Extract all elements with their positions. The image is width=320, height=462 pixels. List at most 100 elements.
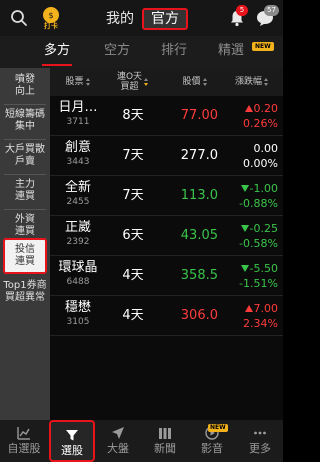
- up-arrow-icon: [244, 105, 253, 112]
- side-item-label: 短線籌碼: [5, 109, 45, 120]
- logo-label: 打卡: [44, 22, 58, 30]
- up-arrow-icon: [244, 305, 253, 312]
- stock-price: 43.05: [180, 228, 218, 243]
- new-badge: NEW: [208, 424, 228, 432]
- stock-table: 股票 連O天 買超 股價 漲跌幅 日月… 3711 8天 77.00 0.20 0…: [50, 68, 283, 420]
- nav-market[interactable]: 大盤: [96, 420, 140, 462]
- change-percent: 2.34%: [243, 317, 278, 330]
- stock-code: 3711: [66, 117, 90, 127]
- more-icon: [254, 431, 266, 435]
- stock-price: 277.0: [180, 148, 218, 163]
- change-value: -0.25: [249, 222, 278, 235]
- nav-news[interactable]: 新聞: [142, 420, 188, 462]
- price-change: 0.20 0.26%: [222, 101, 278, 131]
- stock-name: 穩懋: [64, 300, 91, 315]
- stock-price: 77.00: [180, 108, 218, 123]
- nav-stock-picker[interactable]: 選股: [49, 420, 95, 462]
- side-item-breakout[interactable]: 噴發 向上: [0, 70, 50, 102]
- side-item-label: 買超異常: [5, 292, 45, 303]
- stock-name: 日月…: [58, 100, 98, 115]
- table-row[interactable]: 全新 2455 7天 113.0 -1.00 -0.88%: [50, 176, 283, 216]
- new-badge: NEW: [252, 42, 274, 51]
- chat-badge: 57: [264, 5, 279, 16]
- side-item-label: 集中: [15, 121, 35, 132]
- column-header-label: 買超: [120, 82, 139, 92]
- table-row[interactable]: 環球晶 6488 4天 358.5 -5.50 -1.51%: [50, 256, 283, 296]
- column-header-label: 連O天: [116, 72, 143, 82]
- buy-days: 7天: [122, 148, 144, 163]
- side-item-label: 連買: [15, 256, 35, 267]
- stock-name: 正崴: [64, 220, 91, 235]
- svg-text:$: $: [48, 11, 53, 20]
- side-item-top1-broker[interactable]: Top1券商 買超異常: [0, 276, 50, 308]
- nav-label: 選股: [61, 444, 83, 457]
- buy-days: 8天: [122, 108, 144, 123]
- side-item-label: Top1券商: [3, 280, 47, 291]
- tab-featured[interactable]: 精選: [202, 36, 260, 68]
- sort-icon: [202, 78, 208, 86]
- table-row[interactable]: 創意 3443 7天 277.0 0.00 0.00%: [50, 136, 283, 176]
- side-item-label: 主力: [15, 179, 35, 190]
- filter-icon: [66, 430, 78, 441]
- tab-ranking[interactable]: 排行: [145, 36, 203, 68]
- sort-icon: [264, 78, 269, 86]
- change-value: -5.50: [249, 262, 278, 275]
- buy-days: 4天: [122, 268, 144, 283]
- change-percent: -1.51%: [239, 277, 278, 290]
- column-header-label: 股價: [182, 77, 201, 87]
- price-change: 7.00 2.34%: [222, 301, 278, 331]
- side-item-big-holders[interactable]: 大戶買散 戶賣: [0, 140, 50, 172]
- segment-official[interactable]: 官方: [142, 8, 188, 30]
- change-percent: -0.58%: [239, 237, 278, 250]
- table-row[interactable]: 穩懋 3105 4天 306.0 7.00 2.34%: [50, 296, 283, 336]
- tab-short[interactable]: 空方: [88, 36, 146, 68]
- side-item-main-force[interactable]: 主力 連買: [0, 175, 50, 207]
- column-header-price[interactable]: 股價: [168, 68, 222, 96]
- nav-label: 大盤: [107, 442, 129, 455]
- column-header-days[interactable]: 連O天 買超: [108, 68, 158, 96]
- strategy-tabs: 多方 空方 排行 精選: [0, 36, 283, 68]
- side-item-short-term-chips[interactable]: 短線籌碼 集中: [0, 105, 50, 137]
- side-item-label: 連買: [15, 226, 35, 237]
- table-row[interactable]: 日月… 3711 8天 77.00 0.20 0.26%: [50, 96, 283, 136]
- column-header-label: 股票: [65, 77, 84, 87]
- side-item-label: 投信: [15, 244, 35, 255]
- change-percent: -0.88%: [239, 197, 278, 210]
- stock-code: 2392: [66, 237, 90, 247]
- side-item-label: 向上: [15, 86, 35, 97]
- down-arrow-icon: [240, 225, 249, 232]
- side-item-label: 外資: [15, 214, 35, 225]
- side-item-label: 戶賣: [15, 156, 35, 167]
- buy-days: 4天: [122, 308, 144, 323]
- nav-watchlist[interactable]: 自選股: [2, 420, 46, 462]
- sort-active-icon: [144, 78, 149, 86]
- side-item-label: 噴發: [15, 74, 35, 85]
- nav-label: 更多: [249, 442, 271, 455]
- change-value: 0.00: [253, 142, 279, 155]
- table-row[interactable]: 正崴 2392 6天 43.05 -0.25 -0.58%: [50, 216, 283, 256]
- stock-price: 358.5: [180, 268, 218, 283]
- down-arrow-icon: [240, 185, 249, 192]
- chart-icon: [17, 427, 30, 440]
- price-change: -5.50 -1.51%: [222, 261, 278, 291]
- top-bar: $ 打卡 我的 官方 5 57: [0, 0, 283, 36]
- column-header-change[interactable]: 漲跌幅: [224, 68, 280, 96]
- bottom-nav: 自選股 選股 大盤 新聞 影音 更多: [0, 420, 283, 462]
- side-item-investment-trust[interactable]: 投信 連買: [3, 238, 47, 274]
- change-percent: 0.00%: [243, 157, 278, 170]
- sort-icon: [85, 78, 91, 86]
- nav-label: 影音: [201, 442, 223, 455]
- price-change: -0.25 -0.58%: [222, 221, 278, 251]
- column-header-stock[interactable]: 股票: [52, 68, 104, 96]
- segment-mine[interactable]: 我的: [100, 8, 140, 30]
- search-icon[interactable]: [10, 9, 28, 27]
- change-percent: 0.26%: [243, 117, 278, 130]
- nav-label: 新聞: [154, 442, 176, 455]
- side-item-label: 大戶買散: [5, 144, 45, 155]
- nav-more[interactable]: 更多: [238, 420, 282, 462]
- stock-code: 2455: [66, 197, 90, 207]
- down-arrow-icon: [240, 265, 249, 272]
- change-value: -1.00: [249, 182, 278, 195]
- change-value: 0.20: [253, 102, 279, 115]
- checkin-logo-icon[interactable]: $ 打卡: [40, 6, 62, 30]
